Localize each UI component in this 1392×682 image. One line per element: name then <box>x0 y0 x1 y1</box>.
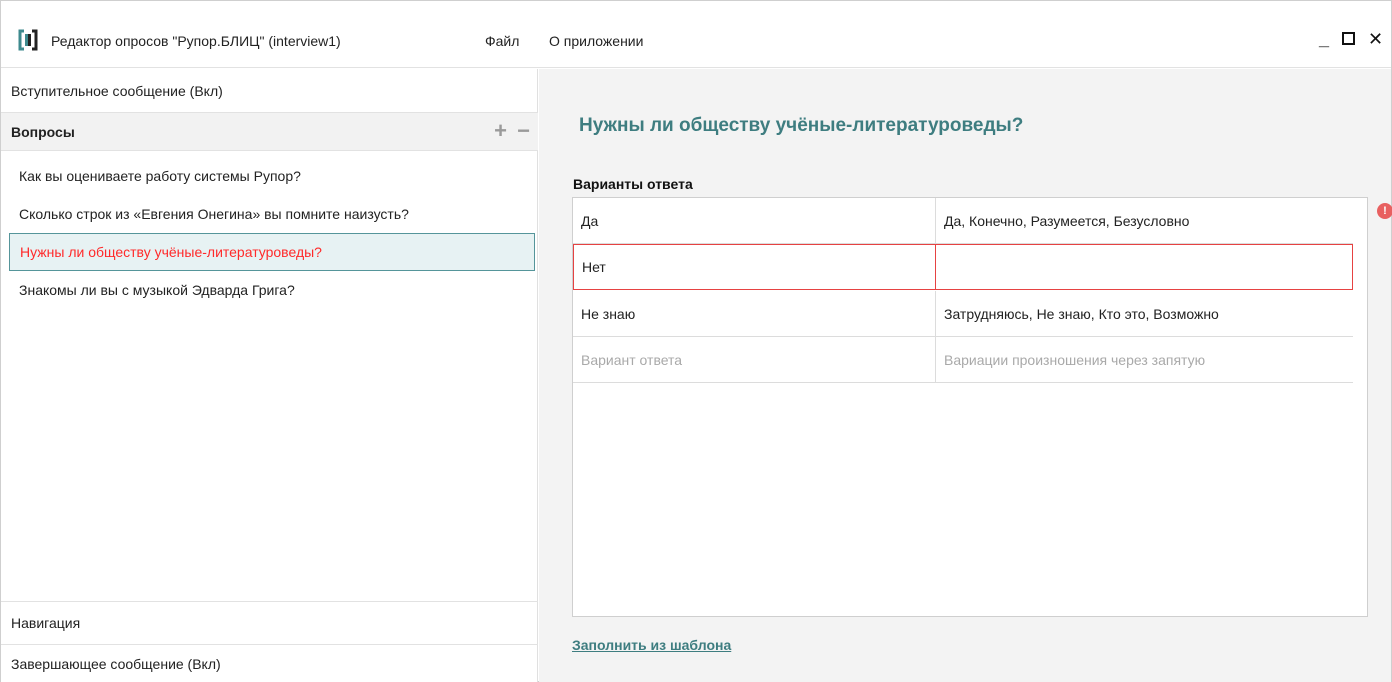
questions-header-label: Вопросы <box>11 123 75 140</box>
question-item[interactable]: Как вы оцениваете работу системы Рупор? <box>9 157 535 195</box>
answer-cell[interactable]: Не знаю <box>573 291 936 336</box>
question-item[interactable]: Знакомы ли вы с музыкой Эдварда Грига? <box>9 271 535 309</box>
answer-row: Да Да, Конечно, Разумеется, Безусловно <box>573 198 1353 244</box>
sidebar: Вступительное сообщение (Вкл) Вопросы + … <box>1 69 538 682</box>
questions-actions: + − <box>490 120 530 142</box>
variants-cell[interactable]: Да, Конечно, Разумеется, Безусловно <box>936 198 1353 243</box>
answers-table: Да Да, Конечно, Разумеется, Безусловно Н… <box>572 197 1368 617</box>
answer-cell[interactable]: Нет <box>574 245 937 289</box>
new-answer-row: Вариант ответа Вариации произношения чер… <box>573 337 1353 383</box>
fill-from-template-link[interactable]: Заполнить из шаблона <box>572 637 731 653</box>
answers-label: Варианты ответа <box>573 176 693 192</box>
menu-file[interactable]: Файл <box>485 33 519 49</box>
menu-about[interactable]: О приложении <box>549 33 643 49</box>
title-bar: Редактор опросов "Рупор.БЛИЦ" (interview… <box>1 1 1391 68</box>
variants-cell-empty[interactable] <box>936 245 1352 289</box>
variants-cell[interactable]: Затрудняюсь, Не знаю, Кто это, Возможно <box>936 291 1353 336</box>
minimize-button[interactable]: _ <box>1319 29 1329 49</box>
questions-header: Вопросы + − <box>1 113 538 151</box>
answer-row: Не знаю Затрудняюсь, Не знаю, Кто это, В… <box>573 291 1353 337</box>
maximize-icon <box>1342 32 1355 45</box>
sidebar-item-outro[interactable]: Завершающее сообщение (Вкл) <box>1 645 538 682</box>
add-question-button[interactable]: + <box>494 118 507 143</box>
question-item-selected[interactable]: Нужны ли обществу учёные-литературоведы? <box>9 233 535 271</box>
window-title: Редактор опросов "Рупор.БЛИЦ" (interview… <box>51 33 341 49</box>
app-logo-icon <box>18 29 38 51</box>
question-title: Нужны ли обществу учёные-литературоведы? <box>579 115 1024 136</box>
sidebar-item-navigation[interactable]: Навигация <box>1 601 538 645</box>
error-icon: ! <box>1377 203 1392 219</box>
answer-row-error: Нет <box>573 244 1353 290</box>
sidebar-item-intro[interactable]: Вступительное сообщение (Вкл) <box>1 69 538 113</box>
new-answer-input[interactable]: Вариант ответа <box>573 337 936 382</box>
remove-question-button[interactable]: − <box>517 118 530 143</box>
new-variants-input[interactable]: Вариации произношения через запятую <box>936 337 1353 382</box>
app-window: Редактор опросов "Рупор.БЛИЦ" (interview… <box>0 0 1392 682</box>
maximize-button[interactable] <box>1342 29 1355 49</box>
question-item[interactable]: Сколько строк из «Евгения Онегина» вы по… <box>9 195 535 233</box>
answer-cell[interactable]: Да <box>573 198 936 243</box>
close-button[interactable]: ✕ <box>1368 29 1383 49</box>
question-editor: Нужны ли обществу учёные-литературоведы?… <box>539 69 1392 682</box>
